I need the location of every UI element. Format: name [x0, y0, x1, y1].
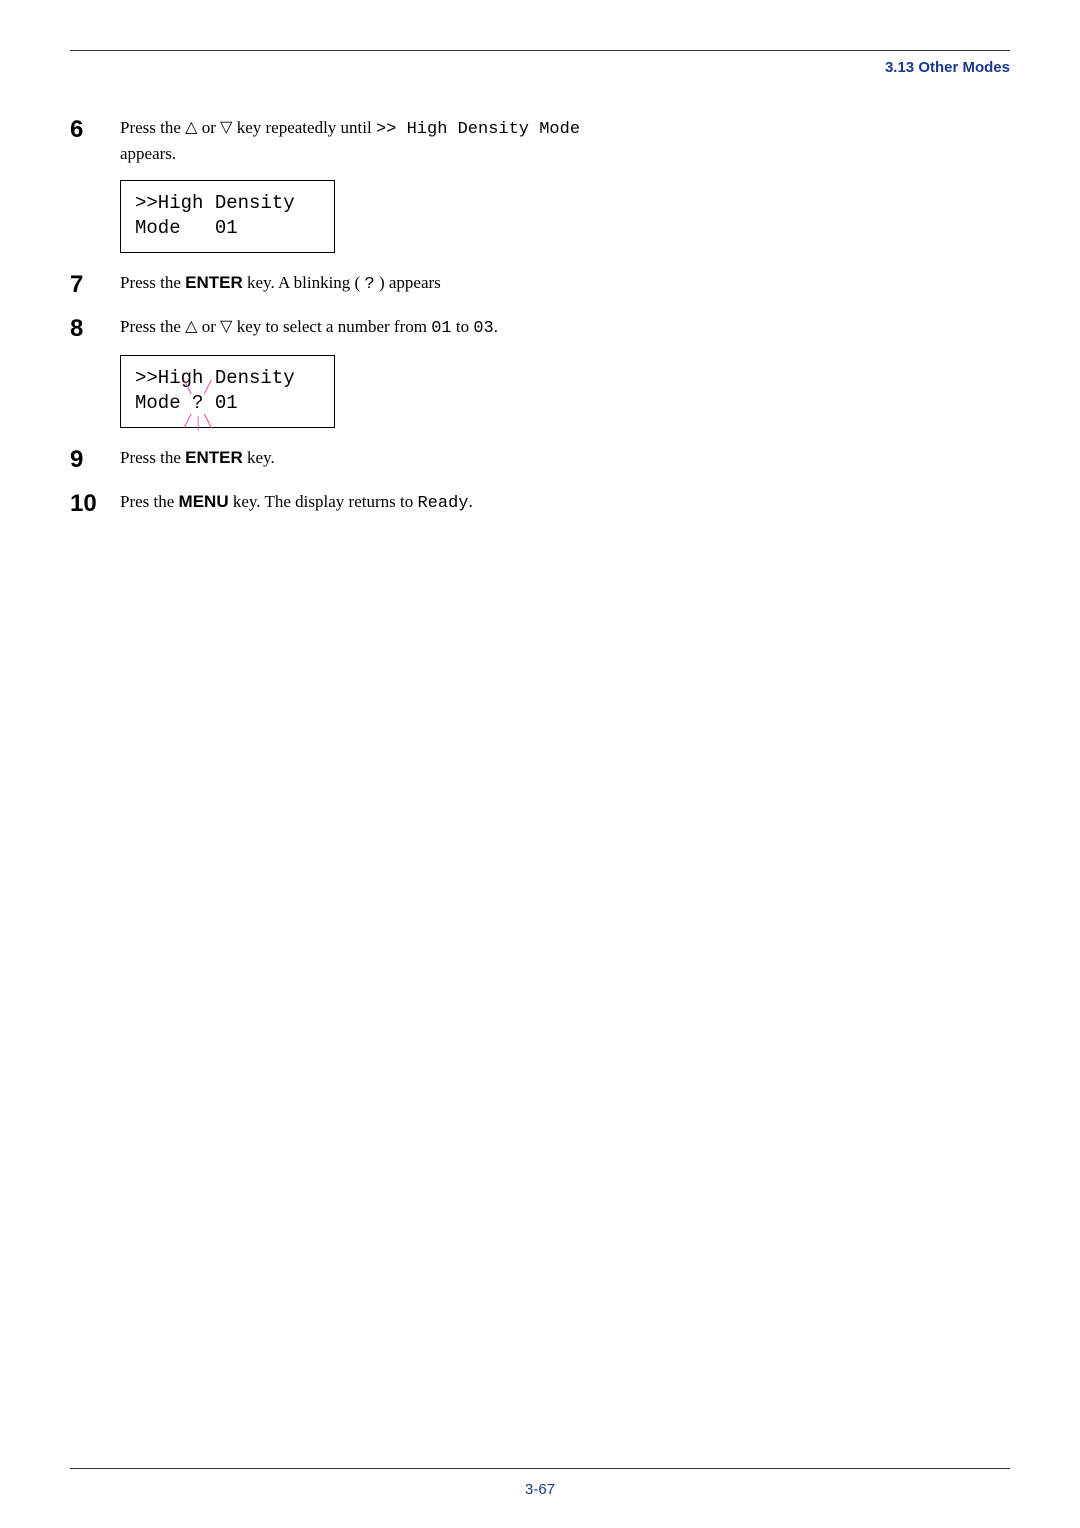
page-number: 3-67 [70, 1481, 1010, 1498]
triangle-down-icon: ▽ [220, 117, 232, 139]
step-number: 8 [70, 315, 120, 341]
text: Press the [120, 118, 185, 137]
page: 3.13 Other Modes 6 Press the △ or ▽ key … [0, 0, 1080, 1528]
text: Press the [120, 448, 185, 467]
step-7: 7 Press the ENTER key. A blinking ( ? ) … [70, 271, 1010, 297]
text: key. The display returns to [229, 492, 418, 511]
blinking-cursor: ╲╱?╱╲│ [192, 391, 203, 417]
step-body: Press the ENTER key. A blinking ( ? ) ap… [120, 271, 600, 297]
text: or [197, 118, 220, 137]
text: . [494, 317, 498, 336]
text: key repeatedly until [232, 118, 376, 137]
step-number: 9 [70, 446, 120, 472]
step-body: Pres the MENU key. The display returns t… [120, 490, 600, 516]
section-header: 3.13 Other Modes [70, 59, 1010, 76]
lcd-line-2-prefix: Mode [135, 392, 192, 414]
step-number: 7 [70, 271, 120, 297]
key-menu: MENU [179, 492, 229, 511]
header-rule [70, 50, 1010, 51]
code: 03 [473, 319, 493, 338]
lcd-display: >>High Density Mode ╲╱?╱╲│ 01 [120, 355, 335, 428]
text: key to select a number from [232, 317, 431, 336]
text: to [452, 317, 474, 336]
step-6: 6 Press the △ or ▽ key repeatedly until … [70, 116, 1010, 253]
lcd-line-2: Mode 01 [135, 217, 238, 239]
text: key. [243, 448, 275, 467]
lcd-display: >>High Density Mode 01 [120, 180, 335, 253]
step-number: 6 [70, 116, 120, 142]
code: ? [364, 275, 374, 294]
text: or [197, 317, 220, 336]
blink-rays-icon: ╱ [184, 413, 191, 429]
content: 6 Press the △ or ▽ key repeatedly until … [70, 116, 1010, 1468]
code: 01 [431, 319, 451, 338]
step-8: 8 Press the △ or ▽ key to select a numbe… [70, 315, 1010, 428]
key-enter: ENTER [185, 273, 243, 292]
step-body: Press the ENTER key. [120, 446, 600, 470]
triangle-down-icon: ▽ [220, 316, 232, 338]
blink-char: ? [192, 392, 203, 414]
lcd-line-1: >>High Density [135, 367, 295, 389]
step-number: 10 [70, 490, 120, 516]
blink-rays-icon: │ [195, 415, 203, 431]
text: Press the [120, 317, 185, 336]
footer: 3-67 [70, 1468, 1010, 1498]
text: appears. [120, 144, 176, 163]
triangle-up-icon: △ [185, 316, 197, 338]
text: ) appears [375, 273, 441, 292]
step-body: Press the △ or ▽ key repeatedly until >>… [120, 116, 600, 253]
text: Press the [120, 273, 185, 292]
footer-rule [70, 1468, 1010, 1469]
step-9: 9 Press the ENTER key. [70, 446, 1010, 472]
text: Pres the [120, 492, 179, 511]
text: key. A blinking ( [243, 273, 365, 292]
code: Ready [417, 494, 468, 513]
code: >> High Density Mode [376, 120, 580, 139]
blink-rays-icon: ╲ [204, 413, 211, 429]
text: . [468, 492, 472, 511]
triangle-up-icon: △ [185, 117, 197, 139]
key-enter: ENTER [185, 448, 243, 467]
lcd-line-2-suffix: 01 [203, 392, 237, 414]
step-body: Press the △ or ▽ key to select a number … [120, 315, 600, 428]
step-10: 10 Pres the MENU key. The display return… [70, 490, 1010, 516]
lcd-line-1: >>High Density [135, 192, 295, 214]
